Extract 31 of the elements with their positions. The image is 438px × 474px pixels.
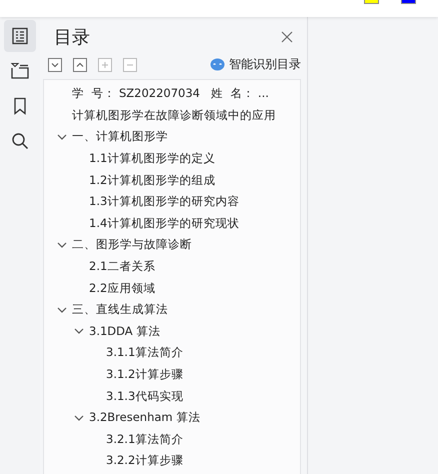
search-icon (11, 132, 29, 150)
toc-entry[interactable]: 学 号： SZ202207034 姓 名： ... (72, 86, 269, 102)
toc-entry[interactable]: 3.2.2计算步骤 (106, 453, 184, 468)
smart-toc-button[interactable]: 智能识别目录 (210, 56, 301, 73)
panel-title: 目录 (54, 26, 90, 49)
toc-entry[interactable]: 二、图形学与故障诊断 (72, 237, 192, 252)
collapse-all-icon[interactable] (73, 58, 87, 72)
bookmark-icon (12, 97, 28, 115)
toc-entry[interactable]: 3.1.3代码实现 (106, 388, 184, 404)
toc-entry[interactable]: 2.2应用领域 (89, 280, 156, 296)
toc-tab[interactable] (4, 20, 36, 52)
robot-icon (210, 58, 225, 71)
toc-entry[interactable]: 三、直线生成算法 (72, 302, 168, 318)
toc-entry[interactable]: 1.2计算机图形学的组成 (89, 172, 216, 188)
highlight-icon[interactable] (364, 0, 379, 4)
toc-entry[interactable]: 计算机图形学在故障诊断领域中的应用 (72, 108, 276, 123)
list-icon (11, 27, 29, 45)
toc-entry[interactable]: 1.4计算机图形学的研究现状 (89, 216, 240, 231)
toc-entry[interactable]: 1.1计算机图形学的定义 (89, 151, 216, 166)
toc-entry[interactable]: 3.2.1算法简介 (106, 432, 184, 447)
toc-entry[interactable]: 3.2Bresenham 算法 (89, 410, 200, 426)
toc-entry[interactable]: 1.3计算机图形学的研究内容 (89, 194, 240, 210)
toc-entry[interactable]: 2.1二者关系 (89, 259, 156, 274)
toc-entry[interactable]: 3.1.1算法简介 (106, 345, 184, 360)
outline-icon (10, 62, 30, 80)
close-icon[interactable] (281, 31, 293, 43)
expand-all-icon[interactable] (48, 58, 62, 72)
toc-entry[interactable]: 一、计算机图形学 (72, 129, 168, 144)
toc-entry[interactable]: 3.1.2计算步骤 (106, 367, 184, 382)
color-icon[interactable] (401, 0, 416, 4)
toc-entry[interactable]: 3.1DDA 算法 (89, 324, 160, 339)
